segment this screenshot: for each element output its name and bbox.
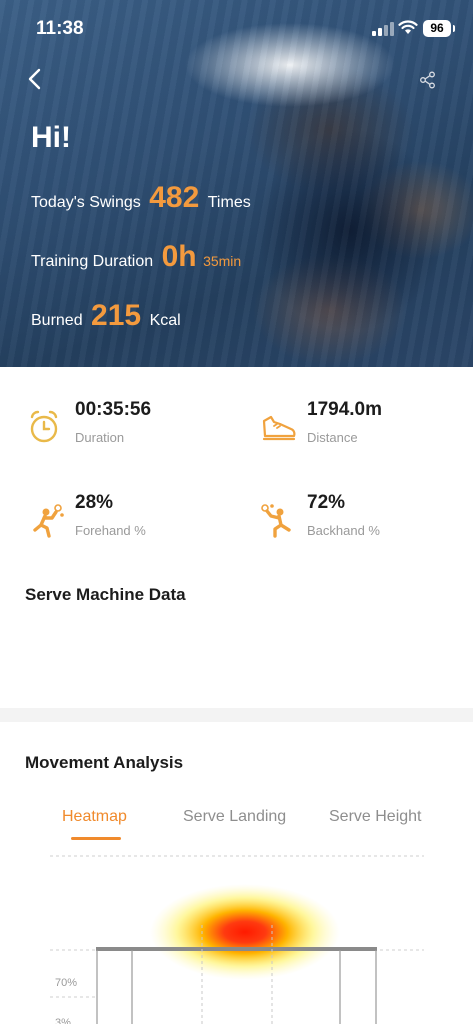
swings-value: 482 — [149, 181, 200, 214]
tab-serve-height[interactable]: Serve Height — [329, 808, 422, 826]
duration-metric: 00:35:56 Duration — [27, 399, 227, 459]
burned-label: Burned — [31, 312, 83, 329]
backhand-label: Backhand % — [307, 523, 380, 538]
movement-analysis-title: Movement Analysis — [25, 753, 184, 772]
swings-unit: Times — [207, 194, 251, 211]
distance-label: Distance — [307, 430, 358, 445]
forehand-player-icon — [33, 504, 64, 538]
heatmap-court: 70% 3% — [50, 855, 424, 1024]
training-minutes-value: 35min — [203, 253, 242, 269]
heat-spot — [150, 884, 340, 980]
burned-unit: Kcal — [149, 312, 181, 329]
training-duration-stat: Training Duration 0h 35min — [31, 240, 241, 274]
wifi-icon — [398, 20, 418, 34]
section-divider — [0, 708, 473, 722]
tab-heatmap[interactable]: Heatmap — [62, 808, 127, 826]
burned-stat: Burned 215 Kcal — [31, 299, 181, 333]
backhand-player-icon — [261, 504, 291, 538]
distance-value: 1794.0m — [307, 399, 383, 420]
forehand-label: Forehand % — [75, 523, 146, 538]
active-tab-underline — [71, 837, 121, 840]
backhand-metric: 72% Backhand % — [259, 492, 459, 552]
swings-stat: Today's Swings 482 Times — [31, 181, 251, 215]
status-time: 11:38 — [36, 18, 84, 39]
heatmap-percent-70: 70% — [55, 977, 77, 989]
back-button[interactable] — [24, 66, 48, 92]
alarm-clock-icon — [30, 410, 58, 443]
forehand-metric: 28% Forehand % — [27, 492, 227, 552]
battery-indicator: 96 — [423, 20, 455, 37]
backhand-value: 72% — [307, 492, 346, 513]
signal-icon — [372, 22, 394, 36]
tab-serve-landing[interactable]: Serve Landing — [183, 808, 286, 826]
burned-value: 215 — [91, 299, 142, 332]
share-icon[interactable] — [419, 71, 437, 89]
hero-banner: 11:38 96 Hi! Today's Swings 482 Times Tr… — [0, 0, 473, 367]
heatmap-percent-3: 3% — [55, 1017, 71, 1024]
serve-machine-title: Serve Machine Data — [25, 585, 186, 604]
swings-label: Today's Swings — [31, 194, 141, 211]
duration-value: 00:35:56 — [75, 399, 152, 420]
forehand-value: 28% — [75, 492, 114, 513]
greeting-title: Hi! — [31, 121, 71, 154]
sneaker-icon — [262, 415, 296, 441]
training-hours-value: 0h — [161, 240, 197, 273]
status-bar: 11:38 96 — [0, 0, 473, 56]
duration-label: Duration — [75, 430, 125, 445]
distance-metric: 1794.0m Distance — [259, 399, 459, 459]
training-duration-label: Training Duration — [31, 253, 154, 270]
